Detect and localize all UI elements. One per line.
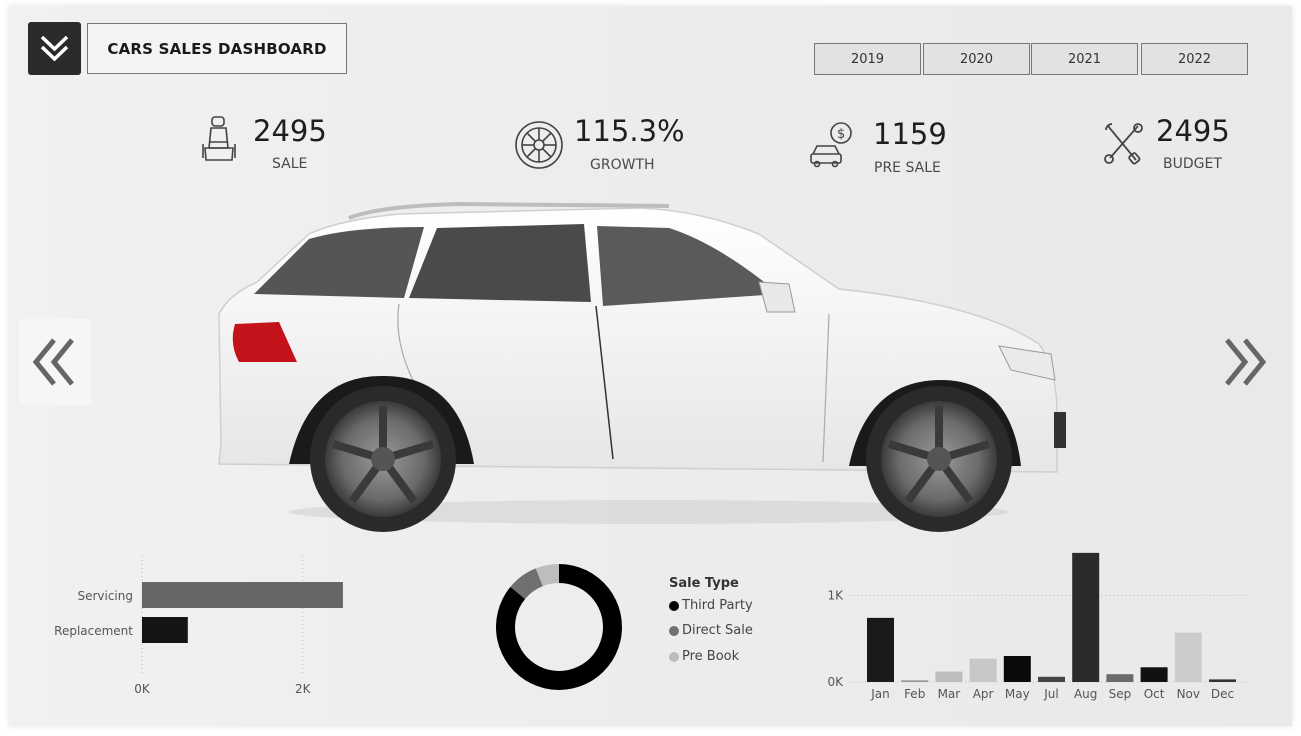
x-tick-label: Mar [938,687,961,701]
year-button-2021[interactable]: 2021 [1031,43,1138,75]
bar[interactable] [1106,674,1134,682]
bar[interactable] [1209,679,1236,682]
x-tick-label: Jul [1043,687,1058,701]
bar[interactable] [935,671,963,682]
menu-button[interactable] [28,22,81,75]
legend-label: Third Party [682,598,753,613]
legend-dot [669,600,679,611]
y-tick-label: 1K [827,588,844,602]
svg-text:$: $ [837,127,845,142]
sale-type-donut-chart [496,564,622,690]
x-tick-label: Feb [904,687,925,701]
bar[interactable] [142,582,343,608]
legend-title: Sale Type [669,576,739,591]
double-chevron-right-icon [1225,338,1267,386]
x-tick-label: Aug [1074,687,1097,701]
kpi-growth-label: GROWTH [590,157,655,173]
front-wheel [866,386,1012,532]
x-tick-label: Jan [870,687,890,701]
car-seat-icon [202,116,236,161]
bar[interactable] [142,617,188,643]
x-tick-label: Dec [1211,687,1234,701]
next-button[interactable] [1212,324,1276,400]
bar[interactable] [1140,667,1168,682]
legend-item: Third Party [669,598,753,613]
monthly-sales-bar-chart: Jan Feb Mar Apr May Jul Aug Sep Oct Nov Dec 1K 0K [827,552,1249,701]
bar[interactable] [1003,656,1031,682]
x-tick-label: Sep [1109,687,1132,701]
kpi-presale-label: PRE SALE [874,160,941,176]
previous-button[interactable] [19,319,91,405]
year-button-2019[interactable]: 2019 [814,43,921,75]
car-dollar-icon: $ [810,122,852,168]
rear-wheel [310,386,456,532]
bar[interactable] [1174,632,1202,682]
legend-label: Pre Book [682,649,740,664]
category-label: Replacement [54,624,133,638]
bar[interactable] [969,658,997,682]
bar[interactable] [901,680,929,682]
x-tick-label: May [1005,687,1030,701]
wrench-screwdriver-icon [1104,123,1143,165]
legend-item: Pre Book [669,649,739,664]
y-tick-label: 0K [827,675,844,689]
bar[interactable] [1038,676,1065,682]
car-image [218,201,1066,532]
double-chevron-down-icon [40,35,69,62]
bar[interactable] [867,617,894,682]
kpi-budget-label: BUDGET [1163,156,1222,172]
category-label: Servicing [77,589,133,603]
x-tick-label: Apr [973,687,994,701]
legend-dot [669,625,679,636]
double-chevron-left-icon [32,338,74,386]
x-tick-label: Oct [1144,687,1165,701]
legend-label: Direct Sale [682,623,753,638]
kpi-sale-value: 2495 [253,114,327,148]
year-button-2020[interactable]: 2020 [923,43,1030,75]
page-title: CARS SALES DASHBOARD [87,23,347,74]
x-tick-label: 2K [295,682,312,696]
year-button-2022[interactable]: 2022 [1141,43,1248,75]
kpi-sale-label: SALE [272,156,308,172]
tire-icon [515,121,563,169]
kpi-budget-value: 2495 [1156,114,1230,148]
service-type-bar-chart: Servicing Replacement 0K 2K [54,556,343,696]
legend-dot [669,651,679,662]
legend-item: Direct Sale [669,623,753,638]
kpi-presale-value: 1159 [873,117,947,151]
kpi-growth-value: 115.3% [574,114,685,148]
x-tick-label: Nov [1177,687,1200,701]
x-tick-label: 0K [134,682,151,696]
dashboard-frame: CARS SALES DASHBOARD 2019 2020 2021 2022… [9,6,1292,726]
bar[interactable] [1072,552,1100,682]
